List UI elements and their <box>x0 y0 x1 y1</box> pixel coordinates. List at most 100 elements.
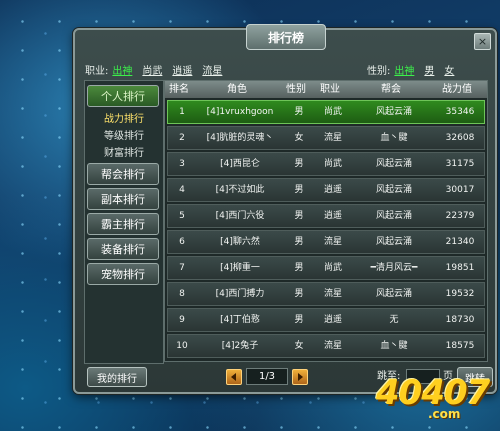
cell-rank: 1 <box>179 107 185 117</box>
cell-power: 22379 <box>445 211 475 221</box>
table-row[interactable]: 5 [4]西门六役 男 逍遥 风起云涌 22379 <box>167 204 485 228</box>
cell-guild: 风起云涌 <box>375 107 412 117</box>
cell-guild: 血丶腱 <box>380 341 408 351</box>
gender-option-female[interactable]: 女 <box>444 62 454 77</box>
window-title: 排行榜 <box>246 24 326 50</box>
cell-job: 尚武 <box>323 159 342 169</box>
ranking-table: 排名 角色 性别 职业 帮会 战力值 1 [4]1vruxhgoon 男 尚武 … <box>164 80 488 362</box>
cell-power: 31175 <box>445 159 475 169</box>
cell-power: 19851 <box>445 263 475 273</box>
cell-power: 30017 <box>445 185 475 195</box>
header-character: 角色 <box>227 84 247 95</box>
gender-option-all[interactable]: 出神 <box>394 62 414 77</box>
cell-gender: 女 <box>294 133 304 143</box>
sidebar-item-pet-rank[interactable]: 宠物排行 <box>87 263 159 285</box>
arrow-left-icon <box>231 372 236 381</box>
cell-gender: 男 <box>294 263 304 273</box>
table-row[interactable]: 2 [4]肮脏的灵魂丶 女 流星 血丶腱 32608 <box>167 126 485 150</box>
subitem-wealth-rank[interactable]: 财富排行 <box>85 144 163 159</box>
table-row[interactable]: 6 [4]聊六然 男 流星 风起云涌 21340 <box>167 230 485 254</box>
close-button[interactable]: × <box>474 33 491 50</box>
subitem-power-rank[interactable]: 战力排行 <box>85 110 163 125</box>
cell-job: 流星 <box>323 289 342 299</box>
cell-character: [4]不过如此 <box>215 185 265 195</box>
cell-character: [4]聊六然 <box>220 237 260 247</box>
header-power: 战力值 <box>442 84 472 95</box>
page-indicator: 1/3 <box>246 368 288 385</box>
cell-rank: 5 <box>179 211 185 221</box>
job-option-xiaoyao[interactable]: 逍遥 <box>172 62 192 77</box>
cell-rank: 9 <box>179 315 185 325</box>
cell-gender: 男 <box>294 289 304 299</box>
table-header: 排名 角色 性别 职业 帮会 战力值 <box>165 81 487 98</box>
sidebar-item-equipment-rank[interactable]: 装备排行 <box>87 238 159 260</box>
leaderboard-window: 排行榜 × 职业: 出神 尚武 逍遥 流星 性别: 出神 男 女 个人排行 战力… <box>73 24 497 394</box>
gender-filter: 性别: 出神 男 女 <box>367 60 464 78</box>
cell-job: 尚武 <box>323 107 342 117</box>
job-option-liuxing[interactable]: 流星 <box>202 62 222 77</box>
cell-guild: 风起云涌 <box>375 185 412 195</box>
cell-rank: 10 <box>176 341 188 351</box>
category-sidebar: 个人排行 战力排行 等级排行 财富排行 帮会排行 副本排行 霸主排行 装备排行 … <box>84 80 164 364</box>
header-guild: 帮会 <box>381 84 401 95</box>
cell-guild: 风起云涌 <box>375 237 412 247</box>
job-option-all[interactable]: 出神 <box>112 62 132 77</box>
cell-power: 19532 <box>445 289 475 299</box>
table-row[interactable]: 8 [4]西门搏力 男 流星 风起云涌 19532 <box>167 282 485 306</box>
cell-gender: 女 <box>294 341 304 351</box>
cell-character: [4]柳重一 <box>220 263 260 273</box>
table-row[interactable]: 9 [4]丁伯憝 男 逍遥 无 18730 <box>167 308 485 332</box>
cell-job: 流星 <box>323 341 342 351</box>
cell-power: 35346 <box>445 107 475 117</box>
cell-character: [4]2兔子 <box>221 341 259 351</box>
cell-job: 流星 <box>323 237 342 247</box>
cell-job: 逍遥 <box>323 185 342 195</box>
sidebar-item-personal-rank[interactable]: 个人排行 <box>87 85 159 107</box>
prev-page-button[interactable] <box>226 368 242 385</box>
table-row[interactable]: 3 [4]西昆仑 男 尚武 风起云涌 31175 <box>167 152 485 176</box>
cell-power: 32608 <box>445 133 475 143</box>
cell-job: 尚武 <box>323 263 342 273</box>
cell-rank: 3 <box>179 159 185 169</box>
cell-character: [4]丁伯憝 <box>220 315 260 325</box>
arrow-right-icon <box>298 372 303 381</box>
cell-character: [4]西门六役 <box>215 211 265 221</box>
pager: 1/3 <box>226 368 308 385</box>
header-rank: 排名 <box>169 84 189 95</box>
cell-gender: 男 <box>294 315 304 325</box>
cell-rank: 2 <box>179 133 185 143</box>
my-rank-button[interactable]: 我的排行 <box>87 367 147 387</box>
next-page-button[interactable] <box>292 368 308 385</box>
table-row[interactable]: 7 [4]柳重一 男 尚武 ━清月风云━ 19851 <box>167 256 485 280</box>
table-row[interactable]: 1 [4]1vruxhgoon 男 尚武 风起云涌 35346 <box>167 100 485 124</box>
sidebar-item-guild-rank[interactable]: 帮会排行 <box>87 163 159 185</box>
cell-guild: 血丶腱 <box>380 133 408 143</box>
cell-job: 流星 <box>323 133 342 143</box>
cell-guild: ━清月风云━ <box>370 263 418 273</box>
cell-character: [4]西昆仑 <box>220 159 260 169</box>
cell-gender: 男 <box>294 159 304 169</box>
table-row[interactable]: 4 [4]不过如此 男 逍遥 风起云涌 30017 <box>167 178 485 202</box>
cell-rank: 6 <box>179 237 185 247</box>
cell-power: 21340 <box>445 237 475 247</box>
site-watermark-logo: 40407 .com <box>376 365 496 425</box>
subitem-level-rank[interactable]: 等级排行 <box>85 127 163 142</box>
cell-power: 18575 <box>445 341 475 351</box>
sidebar-item-dungeon-rank[interactable]: 副本排行 <box>87 188 159 210</box>
gender-option-male[interactable]: 男 <box>424 62 434 77</box>
cell-gender: 男 <box>294 237 304 247</box>
gender-filter-label: 性别: <box>367 65 391 77</box>
cell-gender: 男 <box>294 107 304 117</box>
cell-rank: 7 <box>179 263 185 273</box>
cell-guild: 风起云涌 <box>375 211 412 221</box>
header-gender: 性别 <box>286 84 306 95</box>
cell-rank: 8 <box>179 289 185 299</box>
job-option-shangwu[interactable]: 尚武 <box>142 62 162 77</box>
sidebar-item-overlord-rank[interactable]: 霸主排行 <box>87 213 159 235</box>
cell-job: 逍遥 <box>323 211 342 221</box>
cell-gender: 男 <box>294 185 304 195</box>
job-filter: 职业: 出神 尚武 逍遥 流星 <box>85 60 232 78</box>
table-row[interactable]: 10 [4]2兔子 女 流星 血丶腱 18575 <box>167 334 485 358</box>
cell-rank: 4 <box>179 185 185 195</box>
cell-guild: 无 <box>389 315 399 325</box>
